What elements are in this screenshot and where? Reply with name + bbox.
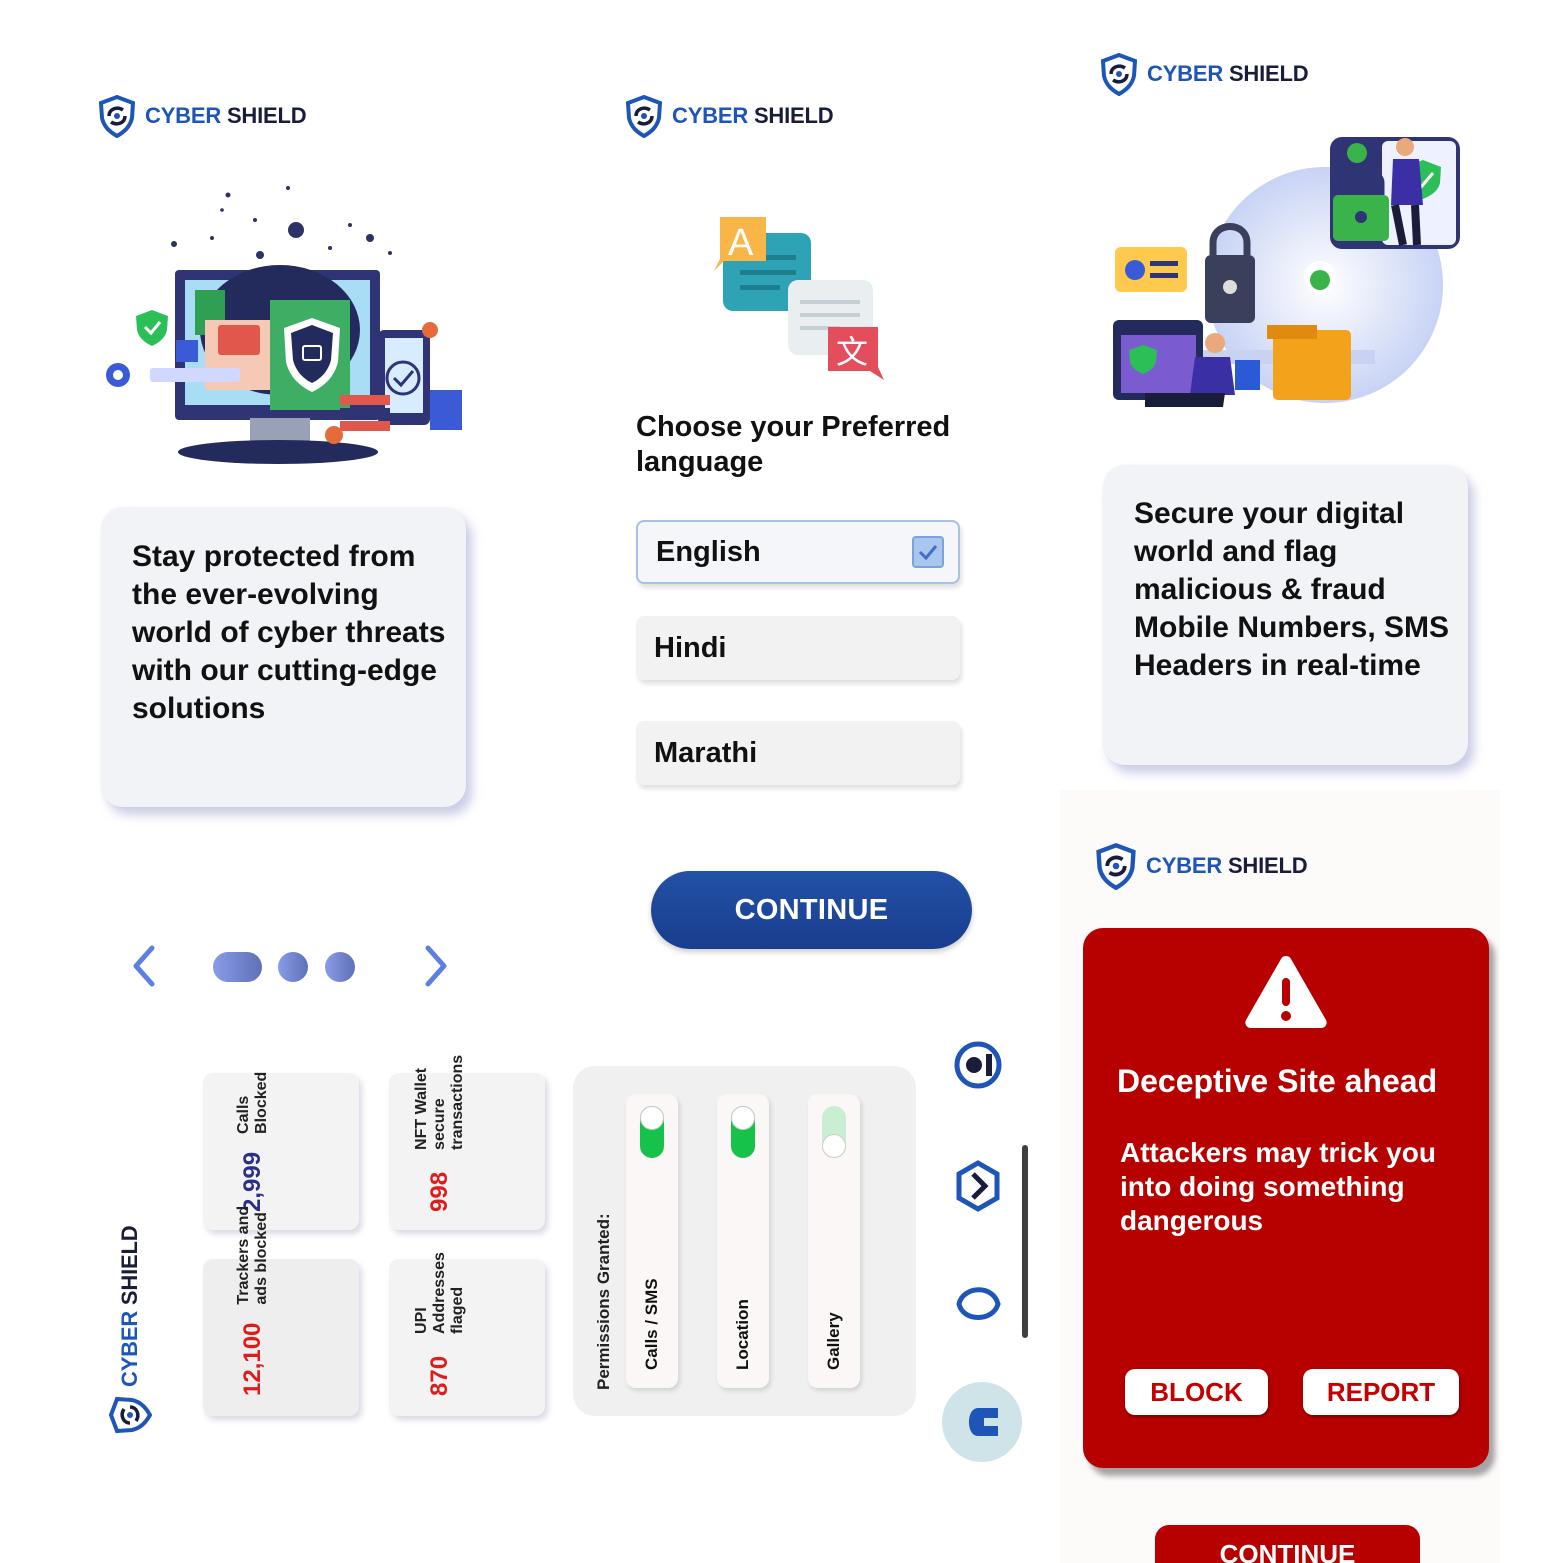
permission-label: Location bbox=[733, 1299, 752, 1370]
brand-word-1: CYBER bbox=[117, 1310, 142, 1387]
permission-label: Calls / SMS bbox=[642, 1278, 661, 1370]
language-option-label: Hindi bbox=[654, 631, 727, 664]
warning-body: Attackers may trick you into doing somet… bbox=[1120, 1137, 1436, 1236]
brand-word-1: CYBER bbox=[1146, 853, 1223, 878]
calls-sms-toggle[interactable] bbox=[640, 1106, 664, 1158]
stat-label: NFT Wallet secure transactions bbox=[413, 1054, 466, 1150]
shield-logo-icon bbox=[625, 94, 663, 138]
brand-logo: CYBER SHIELD bbox=[1097, 52, 1309, 96]
stat-card-trackers bbox=[203, 1259, 359, 1416]
onboarding-text-3: Secure your digital world and flag malic… bbox=[1134, 497, 1450, 682]
lemon-nav-icon[interactable] bbox=[953, 1280, 1003, 1328]
brand-logo-vertical: CYBER SHIELD bbox=[108, 1226, 152, 1437]
onboarding-text-1: Stay protected from the ever-evolving wo… bbox=[132, 540, 446, 725]
brand-word-1: CYBER bbox=[145, 103, 222, 128]
onboarding-card-3: Secure your digital world and flag malic… bbox=[1103, 465, 1468, 765]
stat-label: UPI Addresses flaged bbox=[413, 1252, 466, 1334]
brand-word-2: SHIELD bbox=[117, 1225, 142, 1306]
shield-logo-icon bbox=[1100, 52, 1138, 96]
brand-word-2: SHIELD bbox=[226, 103, 307, 128]
hexagon-nav-icon[interactable] bbox=[953, 1160, 1003, 1212]
brand-word-2: SHIELD bbox=[753, 103, 834, 128]
warning-title: Deceptive Site ahead bbox=[1117, 1063, 1438, 1099]
data-protection-illustration bbox=[1113, 137, 1460, 407]
warning-triangle-icon bbox=[1245, 956, 1327, 1028]
language-option-hindi[interactable]: Hindi bbox=[636, 616, 960, 680]
language-option-label: English bbox=[656, 535, 761, 568]
brand-word-2: SHIELD bbox=[1228, 61, 1309, 86]
language-title: Choose your Preferred language bbox=[636, 411, 951, 478]
shield-logo-icon bbox=[108, 1396, 152, 1434]
brand-logo: CYBER SHIELD bbox=[622, 94, 834, 138]
pager-dot[interactable] bbox=[325, 952, 355, 982]
brand-logo: CYBER SHIELD bbox=[1092, 842, 1308, 890]
active-nav-circle[interactable] bbox=[942, 1382, 1022, 1462]
language-option-marathi[interactable]: Marathi bbox=[636, 721, 960, 785]
pager-dot[interactable] bbox=[278, 952, 308, 982]
permissions-title: Permissions Granted: bbox=[594, 1213, 613, 1390]
computer-security-illustration bbox=[106, 186, 462, 464]
pager-dot-active[interactable] bbox=[213, 952, 262, 982]
ring-nav-icon[interactable] bbox=[953, 1040, 1003, 1090]
translate-icon: A 文 bbox=[714, 217, 884, 380]
language-option-english[interactable]: English bbox=[636, 520, 960, 584]
shield-logo-icon bbox=[98, 94, 136, 138]
brand-word-2: SHIELD bbox=[1227, 853, 1308, 878]
shield-logo-icon bbox=[1096, 842, 1136, 890]
gallery-toggle[interactable] bbox=[822, 1106, 846, 1158]
block-button[interactable]: BLOCK bbox=[1125, 1369, 1268, 1415]
c-nav-icon bbox=[969, 1408, 998, 1436]
chevron-right-icon[interactable] bbox=[420, 944, 452, 988]
onboarding-card-1: Stay protected from the ever-evolving wo… bbox=[101, 507, 466, 807]
stat-value: 870 bbox=[426, 1355, 453, 1396]
location-toggle[interactable] bbox=[731, 1106, 755, 1158]
warning-continue-button[interactable]: CONTINUE bbox=[1155, 1525, 1420, 1563]
stat-value: 12,100 bbox=[239, 1322, 266, 1396]
permission-label: Gallery bbox=[824, 1312, 843, 1370]
language-option-label: Marathi bbox=[654, 736, 758, 769]
stat-card-calls-blocked bbox=[203, 1073, 359, 1230]
brand-word-1: CYBER bbox=[1147, 61, 1224, 86]
svg-text:A: A bbox=[728, 222, 754, 264]
brand-logo: CYBER SHIELD bbox=[95, 94, 307, 138]
continue-button[interactable]: CONTINUE bbox=[651, 871, 972, 949]
stat-value: 998 bbox=[426, 1171, 453, 1212]
nav-scrollbar[interactable] bbox=[1022, 1145, 1028, 1338]
chevron-left-icon[interactable] bbox=[128, 944, 160, 988]
checkbox-checked-icon[interactable] bbox=[912, 536, 944, 568]
brand-word-1: CYBER bbox=[672, 103, 749, 128]
stat-label: Trackers and ads blocked bbox=[235, 1205, 270, 1305]
report-button[interactable]: REPORT bbox=[1303, 1369, 1459, 1415]
stat-label: Calls Blocked bbox=[235, 1071, 270, 1134]
svg-text:文: 文 bbox=[836, 333, 868, 371]
